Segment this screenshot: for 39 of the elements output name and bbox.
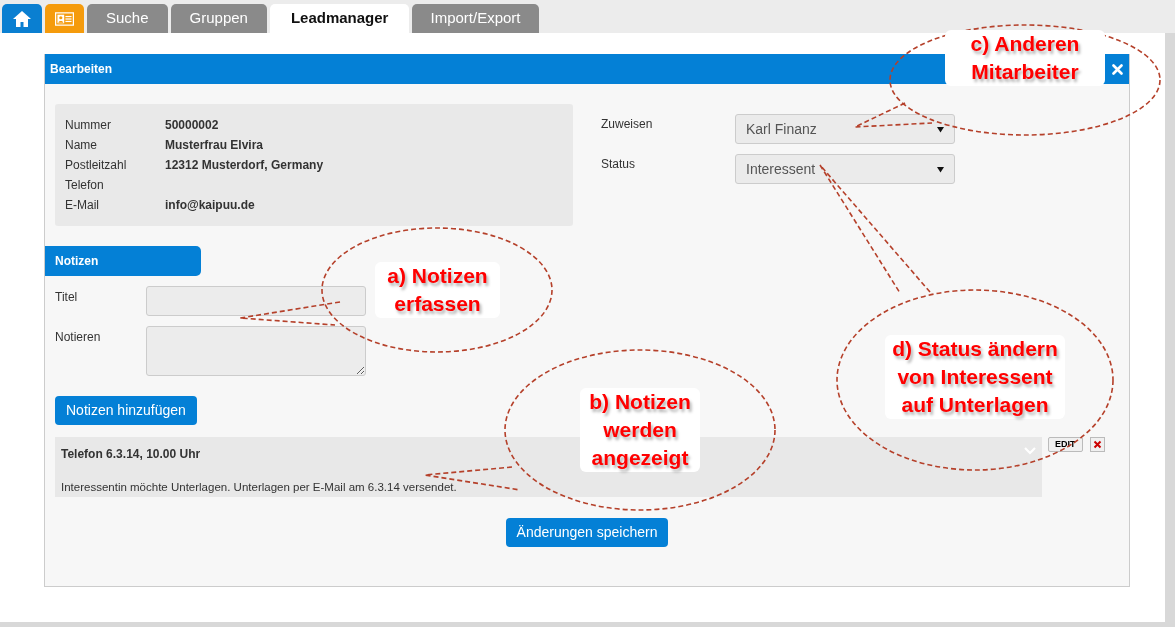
contact-card-tab[interactable] <box>45 4 84 33</box>
field-value: 12312 Musterdorf, Germany <box>165 157 324 174</box>
tab[interactable]: Gruppen <box>170 4 267 33</box>
dropdown[interactable]: Karl Finanz <box>735 114 955 144</box>
tab[interactable]: Import/Export <box>412 4 539 33</box>
add-notes-button[interactable]: Notizen hinzufügen <box>55 396 197 425</box>
field-label: Zuweisen <box>601 116 654 133</box>
edit-button[interactable]: EDIT <box>1048 437 1083 452</box>
input-field[interactable] <box>146 286 366 316</box>
caret-icon <box>937 165 944 173</box>
text-area[interactable] <box>146 326 366 376</box>
notes-section-header: Notizen <box>45 246 201 276</box>
callout-text: a) Notizen erfassen <box>375 262 500 318</box>
callout-text: d) Status ändern von Interessent auf Unterlagen <box>885 335 1065 419</box>
panel-title: Bearbeiten <box>50 61 113 78</box>
note-title: Telefon 6.3.14, 10.00 Uhr <box>61 446 201 463</box>
field-label: Titel <box>55 289 79 306</box>
field-label: E-Mail <box>65 197 100 214</box>
field-label: Telefon <box>65 177 105 194</box>
dropdown[interactable]: Interessent <box>735 154 955 184</box>
home-icon <box>12 9 32 28</box>
caret-icon <box>937 125 944 133</box>
delete-button[interactable] <box>1089 437 1105 452</box>
close-icon[interactable] <box>1112 63 1123 75</box>
tab[interactable]: Suche <box>87 4 168 33</box>
tab[interactable]: Leadmanager <box>269 4 410 33</box>
home-tab[interactable] <box>2 4 42 33</box>
callout-text: b) Notizen werden angezeigt <box>580 388 700 472</box>
field-label: Nummer <box>65 117 112 134</box>
field-label: Name <box>65 137 98 154</box>
field-label: Postleitzahl <box>65 157 128 174</box>
field-value: info@kaipuu.de <box>165 197 255 214</box>
field-label: Status <box>601 156 637 173</box>
field-value: Musterfrau Elvira <box>165 137 264 154</box>
note-text: Interessentin möchte Unterlagen. Unterlagen per E-Mail am 6.3.14 versendet. <box>61 480 458 495</box>
field-value: 50000002 <box>165 117 219 134</box>
field-label: Notieren <box>55 329 102 346</box>
callout-text: c) Anderen Mitarbeiter <box>945 30 1105 86</box>
save-changes-button[interactable]: Änderungen speichern <box>505 518 669 547</box>
